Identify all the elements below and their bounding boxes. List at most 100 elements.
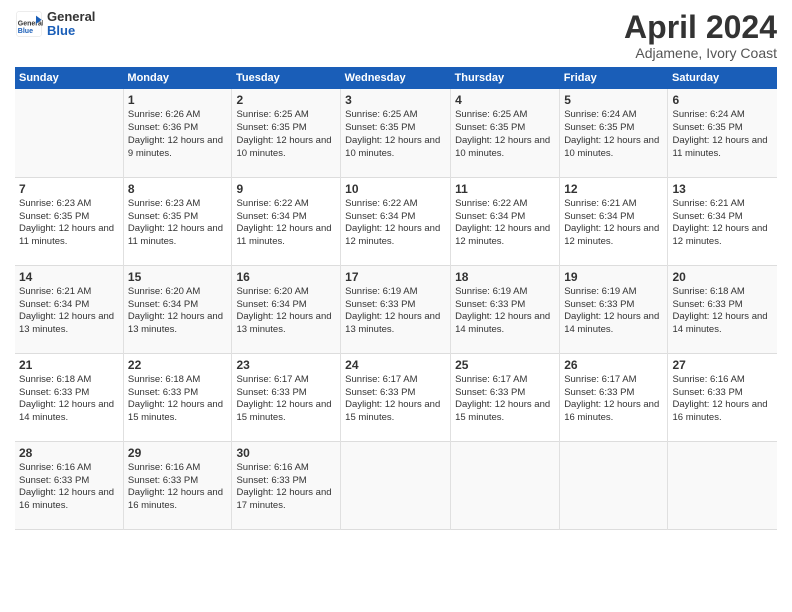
day-info: Sunrise: 6:25 AMSunset: 6:35 PMDaylight:…	[345, 109, 446, 160]
day-number: 22	[128, 358, 228, 372]
day-number: 27	[672, 358, 773, 372]
day-cell: 18Sunrise: 6:19 AMSunset: 6:33 PMDayligh…	[451, 265, 560, 353]
logo-general: General	[47, 9, 95, 24]
week-row-0: 1 Sunrise: 6:26 AMSunset: 6:36 PMDaylight…	[15, 89, 777, 177]
day-number: 21	[19, 358, 119, 372]
day-cell: 22 Sunrise: 6:18 AMSunset: 6:33 PMDayligh…	[123, 353, 232, 441]
day-info: Sunrise: 6:26 AMSunset: 6:36 PMDaylight:…	[128, 109, 228, 160]
col-thursday: Thursday	[451, 67, 560, 89]
day-number: 23	[236, 358, 336, 372]
logo-blue: Blue	[47, 23, 75, 38]
day-number: 7	[19, 182, 119, 196]
day-info: Sunrise: 6:20 AMSunset: 6:34 PMDaylight:…	[128, 286, 228, 337]
subtitle: Adjamene, Ivory Coast	[624, 45, 777, 61]
day-info: Sunrise: 6:24 AMSunset: 6:35 PMDaylight:…	[564, 109, 663, 160]
week-row-3: 21 Sunrise: 6:18 AMSunset: 6:33 PMDayligh…	[15, 353, 777, 441]
day-info: Sunrise: 6:22 AMSunset: 6:34 PMDaylight:…	[455, 198, 555, 249]
day-info: Sunrise: 6:16 AMSunset: 6:33 PMDaylight:…	[672, 374, 773, 425]
day-info: Sunrise: 6:19 AMSunset: 6:33 PMDaylight:…	[455, 286, 555, 337]
day-number: 12	[564, 182, 663, 196]
day-cell: 12 Sunrise: 6:21 AMSunset: 6:34 PMDayligh…	[560, 177, 668, 265]
day-cell	[451, 441, 560, 529]
day-cell: 2 Sunrise: 6:25 AMSunset: 6:35 PMDaylight…	[232, 89, 341, 177]
day-cell	[15, 89, 123, 177]
day-cell: 13 Sunrise: 6:21 AMSunset: 6:34 PMDayligh…	[668, 177, 777, 265]
day-info: Sunrise: 6:18 AMSunset: 6:33 PMDaylight:…	[128, 374, 228, 425]
day-cell: 9 Sunrise: 6:22 AMSunset: 6:34 PMDaylight…	[232, 177, 341, 265]
day-info: Sunrise: 6:17 AMSunset: 6:33 PMDaylight:…	[455, 374, 555, 425]
page: General Blue General Blue April 2024 Adj…	[0, 0, 792, 612]
day-number: 3	[345, 93, 446, 107]
day-info: Sunrise: 6:19 AMSunset: 6:33 PMDaylight:…	[345, 286, 446, 337]
day-number: 19	[564, 270, 663, 284]
logo-icon: General Blue	[15, 10, 43, 38]
day-number: 5	[564, 93, 663, 107]
day-cell: 11 Sunrise: 6:22 AMSunset: 6:34 PMDayligh…	[451, 177, 560, 265]
day-cell: 25 Sunrise: 6:17 AMSunset: 6:33 PMDayligh…	[451, 353, 560, 441]
day-number: 14	[19, 270, 119, 284]
day-info: Sunrise: 6:18 AMSunset: 6:33 PMDaylight:…	[19, 374, 119, 425]
day-info: Sunrise: 6:21 AMSunset: 6:34 PMDaylight:…	[19, 286, 119, 337]
day-cell: 6 Sunrise: 6:24 AMSunset: 6:35 PMDaylight…	[668, 89, 777, 177]
day-number: 26	[564, 358, 663, 372]
header-row: Sunday Monday Tuesday Wednesday Thursday…	[15, 67, 777, 89]
day-info: Sunrise: 6:21 AMSunset: 6:34 PMDaylight:…	[672, 198, 773, 249]
day-info: Sunrise: 6:24 AMSunset: 6:35 PMDaylight:…	[672, 109, 773, 160]
day-number: 13	[672, 182, 773, 196]
day-info: Sunrise: 6:23 AMSunset: 6:35 PMDaylight:…	[128, 198, 228, 249]
title-block: April 2024 Adjamene, Ivory Coast	[624, 10, 777, 61]
day-info: Sunrise: 6:18 AMSunset: 6:33 PMDaylight:…	[672, 286, 773, 337]
day-cell: 30 Sunrise: 6:16 AMSunset: 6:33 PMDayligh…	[232, 441, 341, 529]
col-monday: Monday	[123, 67, 232, 89]
day-info: Sunrise: 6:25 AMSunset: 6:35 PMDaylight:…	[455, 109, 555, 160]
week-row-4: 28 Sunrise: 6:16 AMSunset: 6:33 PMDayligh…	[15, 441, 777, 529]
col-sunday: Sunday	[15, 67, 123, 89]
col-wednesday: Wednesday	[341, 67, 451, 89]
day-info: Sunrise: 6:16 AMSunset: 6:33 PMDaylight:…	[19, 462, 119, 513]
day-cell: 23Sunrise: 6:17 AMSunset: 6:33 PMDayligh…	[232, 353, 341, 441]
day-info: Sunrise: 6:16 AMSunset: 6:33 PMDaylight:…	[236, 462, 336, 513]
day-cell: 20 Sunrise: 6:18 AMSunset: 6:33 PMDayligh…	[668, 265, 777, 353]
main-title: April 2024	[624, 10, 777, 45]
day-number: 17	[345, 270, 446, 284]
day-info: Sunrise: 6:22 AMSunset: 6:34 PMDaylight:…	[345, 198, 446, 249]
svg-text:Blue: Blue	[18, 28, 33, 35]
day-info: Sunrise: 6:22 AMSunset: 6:34 PMDaylight:…	[236, 198, 336, 249]
day-number: 25	[455, 358, 555, 372]
col-saturday: Saturday	[668, 67, 777, 89]
day-cell: 10Sunrise: 6:22 AMSunset: 6:34 PMDayligh…	[341, 177, 451, 265]
day-number: 1	[128, 93, 228, 107]
day-cell: 24 Sunrise: 6:17 AMSunset: 6:33 PMDayligh…	[341, 353, 451, 441]
day-cell	[560, 441, 668, 529]
day-cell: 14 Sunrise: 6:21 AMSunset: 6:34 PMDayligh…	[15, 265, 123, 353]
col-friday: Friday	[560, 67, 668, 89]
day-cell	[668, 441, 777, 529]
day-cell: 3 Sunrise: 6:25 AMSunset: 6:35 PMDaylight…	[341, 89, 451, 177]
logo: General Blue General Blue	[15, 10, 95, 39]
day-number: 20	[672, 270, 773, 284]
day-number: 4	[455, 93, 555, 107]
day-info: Sunrise: 6:17 AMSunset: 6:33 PMDaylight:…	[564, 374, 663, 425]
day-number: 6	[672, 93, 773, 107]
day-cell	[341, 441, 451, 529]
day-number: 28	[19, 446, 119, 460]
day-info: Sunrise: 6:17 AMSunset: 6:33 PMDaylight:…	[345, 374, 446, 425]
day-cell: 29Sunrise: 6:16 AMSunset: 6:33 PMDayligh…	[123, 441, 232, 529]
day-info: Sunrise: 6:25 AMSunset: 6:35 PMDaylight:…	[236, 109, 336, 160]
day-cell: 17 Sunrise: 6:19 AMSunset: 6:33 PMDayligh…	[341, 265, 451, 353]
day-cell: 16Sunrise: 6:20 AMSunset: 6:34 PMDayligh…	[232, 265, 341, 353]
day-number: 11	[455, 182, 555, 196]
day-number: 24	[345, 358, 446, 372]
day-number: 30	[236, 446, 336, 460]
day-number: 2	[236, 93, 336, 107]
day-info: Sunrise: 6:21 AMSunset: 6:34 PMDaylight:…	[564, 198, 663, 249]
day-number: 8	[128, 182, 228, 196]
day-cell: 27 Sunrise: 6:16 AMSunset: 6:33 PMDayligh…	[668, 353, 777, 441]
day-cell: 4 Sunrise: 6:25 AMSunset: 6:35 PMDaylight…	[451, 89, 560, 177]
header: General Blue General Blue April 2024 Adj…	[15, 10, 777, 61]
day-cell: 15Sunrise: 6:20 AMSunset: 6:34 PMDayligh…	[123, 265, 232, 353]
day-cell: 28 Sunrise: 6:16 AMSunset: 6:33 PMDayligh…	[15, 441, 123, 529]
day-number: 9	[236, 182, 336, 196]
day-info: Sunrise: 6:19 AMSunset: 6:33 PMDaylight:…	[564, 286, 663, 337]
day-number: 29	[128, 446, 228, 460]
